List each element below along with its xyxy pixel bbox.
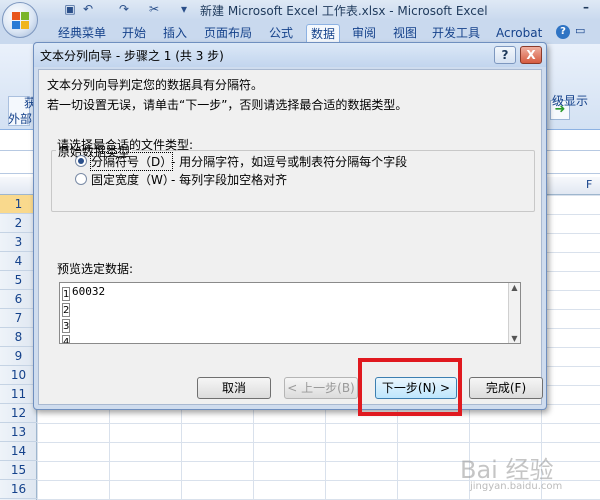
- baidu-watermark-url: jingyan.baidu.com: [470, 481, 563, 492]
- ribbon-fragment-outline: 级显示: [552, 94, 589, 108]
- row-header[interactable]: 6: [0, 290, 37, 309]
- row-header-bar: 1 2 3 4 5 6 7 8 9 10 11 12 13 14 15 16: [0, 195, 37, 500]
- column-header-f[interactable]: F: [586, 178, 592, 191]
- save-icon[interactable]: ▣: [62, 2, 78, 17]
- qat-customize-icon[interactable]: ▾: [176, 2, 192, 17]
- text-to-columns-dialog: 文本分列向导 - 步骤之 1 (共 3 步) ? X 文本分列向导判定您的数据具…: [33, 42, 547, 410]
- row-header[interactable]: 4: [0, 252, 37, 271]
- preview-row-number: 3: [62, 319, 70, 333]
- finish-button[interactable]: 完成(F): [469, 377, 543, 399]
- fixed-width-radio[interactable]: [75, 173, 87, 185]
- dialog-close-button[interactable]: X: [520, 46, 542, 64]
- row-header[interactable]: 16: [0, 480, 37, 499]
- dialog-help-button[interactable]: ?: [494, 46, 516, 64]
- row-header[interactable]: 10: [0, 366, 37, 385]
- ribbon-minimize-icon[interactable]: ▭: [575, 24, 585, 37]
- undo-icon[interactable]: ↶: [80, 2, 96, 17]
- preview-row-number: 4: [62, 335, 70, 343]
- tab-view[interactable]: 视图: [389, 24, 421, 44]
- row-header[interactable]: 5: [0, 271, 37, 290]
- baidu-watermark: Bai 经验: [460, 456, 554, 484]
- row-header[interactable]: 15: [0, 461, 37, 480]
- row-header[interactable]: 14: [0, 442, 37, 461]
- preview-row-number: 1: [62, 287, 70, 301]
- next-button-highlight: [358, 358, 462, 416]
- row-header[interactable]: 13: [0, 423, 37, 442]
- tab-developer[interactable]: 开发工具: [428, 24, 484, 44]
- office-button[interactable]: [2, 2, 38, 38]
- data-preview[interactable]: 1 2 3 4 60032 ▲ ▼: [59, 282, 521, 344]
- back-button[interactable]: < 上一步(B): [284, 377, 358, 399]
- scroll-down-icon[interactable]: ▼: [510, 334, 519, 343]
- row-header[interactable]: 1: [0, 195, 37, 214]
- row-header[interactable]: 11: [0, 385, 37, 404]
- preview-label: 预览选定数据:: [57, 262, 134, 276]
- delimited-description: - 用分隔字符，如逗号或制表符分隔每个字段: [171, 155, 408, 169]
- window-minimize-button[interactable]: –: [576, 0, 596, 16]
- redo-icon[interactable]: ↷: [116, 2, 132, 17]
- preview-row-number: 2: [62, 303, 70, 317]
- excel-title-bar: ▣ ↶ ↷ ✂ ▾ 新建 Microsoft Excel 工作表.xlsx - …: [0, 0, 600, 20]
- fixed-width-label[interactable]: 固定宽度（W）: [91, 171, 175, 188]
- window-title: 新建 Microsoft Excel 工作表.xlsx - Microsoft …: [200, 4, 488, 18]
- row-header[interactable]: 8: [0, 328, 37, 347]
- tab-classic-menu[interactable]: 经典菜单: [54, 24, 110, 44]
- tab-home[interactable]: 开始: [118, 24, 150, 44]
- intro-line-1: 文本分列向导判定您的数据具有分隔符。: [47, 78, 264, 92]
- row-header[interactable]: 9: [0, 347, 37, 366]
- tab-page-layout[interactable]: 页面布局: [200, 24, 256, 44]
- preview-cell-value: 60032: [72, 285, 106, 298]
- select-all-corner[interactable]: [0, 177, 37, 195]
- tab-acrobat[interactable]: Acrobat: [492, 24, 546, 44]
- tab-insert[interactable]: 插入: [159, 24, 191, 44]
- delimited-label[interactable]: 分隔符号（D）: [89, 152, 174, 171]
- ribbon-fragment-external: 外部: [8, 112, 33, 126]
- row-header[interactable]: 2: [0, 214, 37, 233]
- row-header[interactable]: 3: [0, 233, 37, 252]
- help-icon[interactable]: ?: [556, 25, 570, 39]
- fixed-width-description: - 每列字段加空格对齐: [171, 173, 288, 187]
- dialog-title: 文本分列向导 - 步骤之 1 (共 3 步): [40, 49, 224, 63]
- intro-line-2: 若一切设置无误，请单击“下一步”，否则请选择最合适的数据类型。: [47, 98, 408, 112]
- cancel-button[interactable]: 取消: [197, 377, 271, 399]
- tab-data[interactable]: 数据: [306, 24, 341, 44]
- tab-formulas[interactable]: 公式: [265, 24, 297, 44]
- dialog-title-bar[interactable]: 文本分列向导 - 步骤之 1 (共 3 步) ? X: [34, 43, 546, 67]
- ribbon-tab-bar: 经典菜单 开始 插入 页面布局 公式 数据 审阅 视图 开发工具 Acrobat: [0, 20, 600, 44]
- tab-review[interactable]: 审阅: [348, 24, 380, 44]
- row-header[interactable]: 12: [0, 404, 37, 423]
- office-logo-icon: [12, 12, 29, 29]
- dialog-body: 文本分列向导判定您的数据具有分隔符。 若一切设置无误，请单击“下一步”，否则请选…: [38, 69, 543, 405]
- delimited-radio[interactable]: [75, 155, 87, 167]
- row-header[interactable]: 7: [0, 309, 37, 328]
- cut-icon[interactable]: ✂: [146, 2, 162, 17]
- scroll-up-icon[interactable]: ▲: [510, 283, 519, 292]
- group-prompt: 请选择最合适的文件类型:: [57, 138, 194, 152]
- preview-scrollbar[interactable]: ▲ ▼: [508, 283, 520, 343]
